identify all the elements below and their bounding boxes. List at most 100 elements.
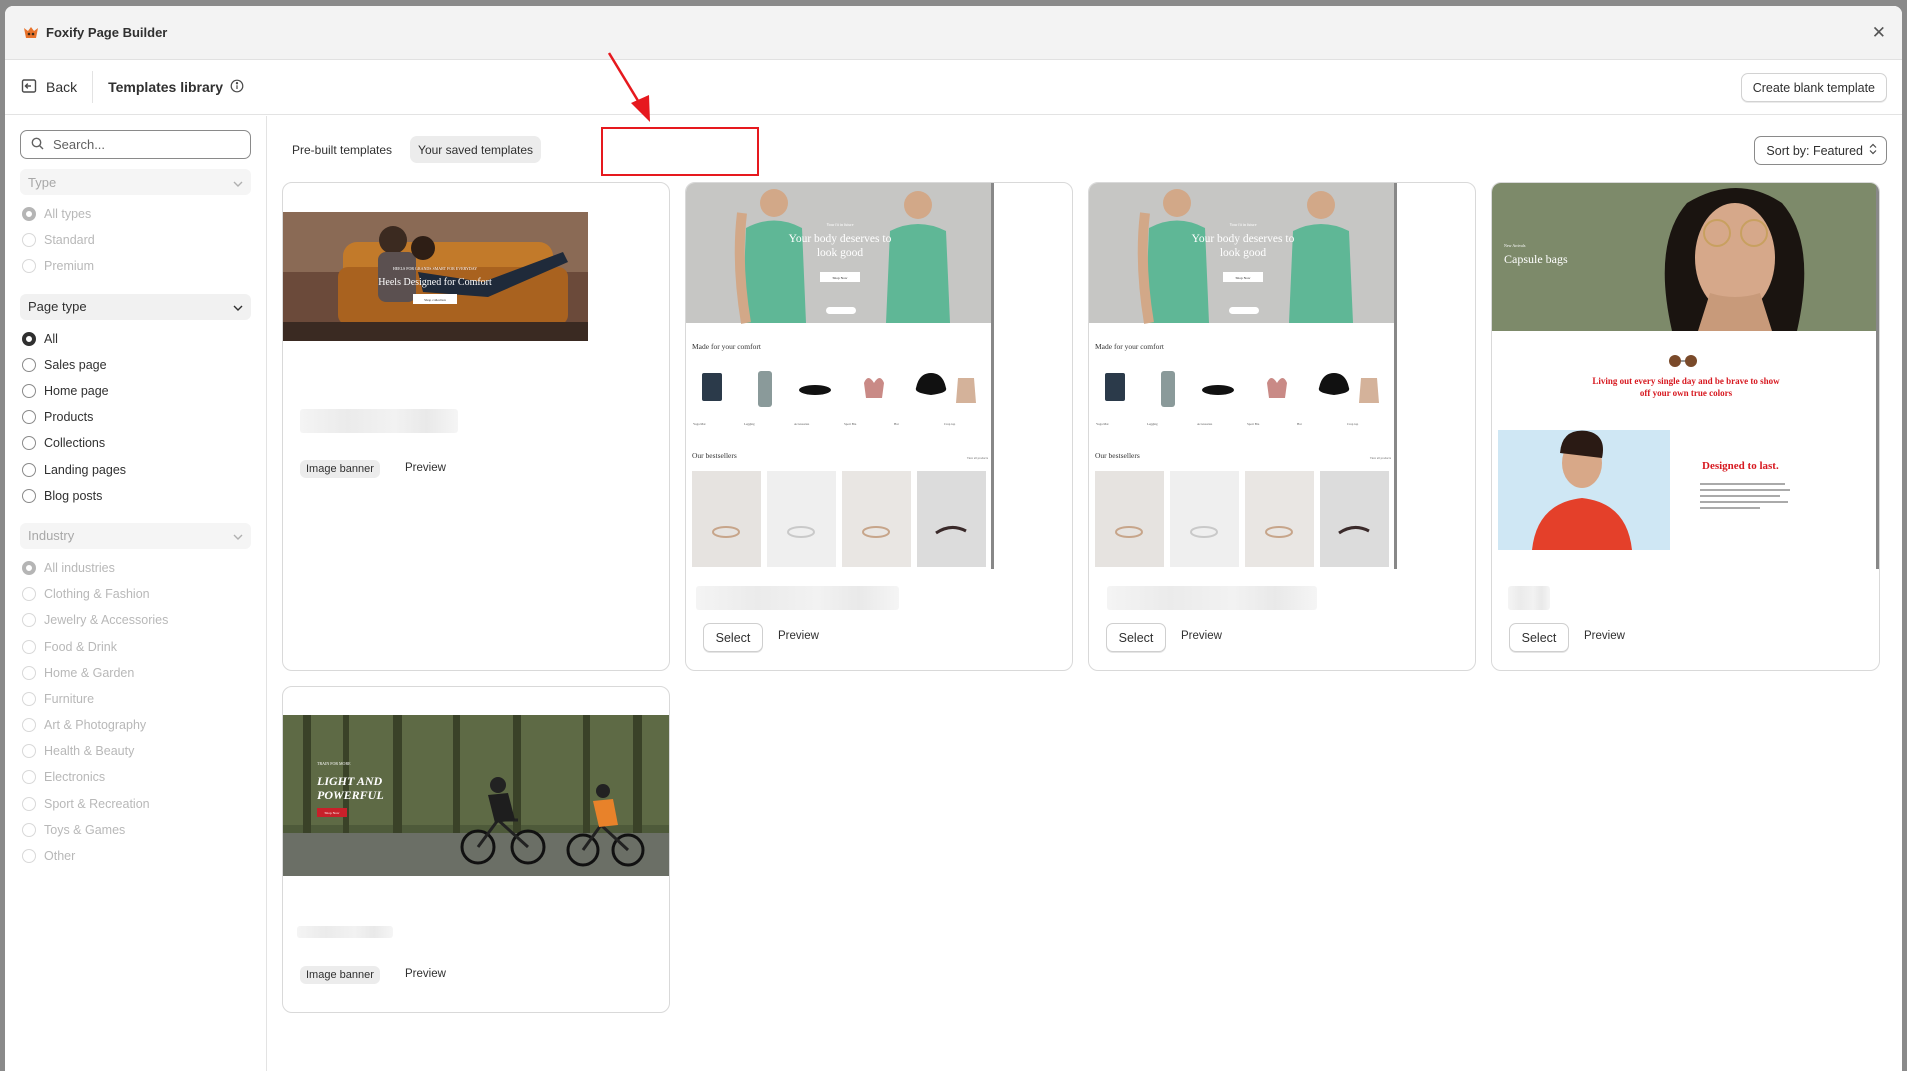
radio [22, 770, 36, 785]
select-button[interactable]: Select [703, 623, 763, 652]
industry-option-sport[interactable]: Sport & Recreation [22, 791, 251, 817]
industry-option-health[interactable]: Health & Beauty [22, 738, 251, 764]
thumb-category: Hat [894, 422, 899, 426]
radio [22, 436, 36, 451]
industry-option-electronics[interactable]: Electronics [22, 764, 251, 790]
preview-link[interactable]: Preview [1584, 630, 1625, 642]
info-icon[interactable] [230, 79, 244, 96]
option-label: Jewelry & Accessories [44, 613, 169, 628]
filter-industry-header[interactable]: Industry [20, 522, 251, 549]
page-type-option-products[interactable]: Products [22, 404, 251, 430]
option-label: Sport & Recreation [44, 796, 150, 811]
thumb-hero-small: Your fit in future [826, 222, 853, 227]
page-type-option-landing[interactable]: Landing pages [22, 457, 251, 483]
option-label: Products [44, 410, 94, 425]
thumb-category: Yoga Mat [1096, 422, 1109, 426]
industry-option-all[interactable]: All industries [22, 555, 251, 581]
template-card[interactable]: TRAIN FOR MORE LIGHT AND POWERFUL Shop N… [282, 686, 670, 1013]
option-label: Furniture [44, 691, 95, 706]
filter-type-header[interactable]: Type [20, 169, 251, 195]
top-toolbar: Back Templates library Create blank temp… [5, 60, 1902, 115]
chevron-down-icon [233, 528, 243, 543]
page-type-option-blog[interactable]: Blog posts [22, 483, 251, 509]
filter-sidebar: Search... Type All types Standard Premiu… [5, 116, 267, 1071]
industry-option-toys[interactable]: Toys & Games [22, 817, 251, 843]
template-thumbnail-heels: HEELS FOR GRANDS SMART FOR EVERYDAY Heel… [283, 212, 588, 341]
thumb-section-title: Made for your comfort [1095, 342, 1165, 351]
industry-option-home-garden[interactable]: Home & Garden [22, 660, 251, 686]
page-title-text: Templates library [108, 79, 224, 95]
select-button[interactable]: Select [1509, 623, 1569, 652]
radio-selected [22, 207, 36, 222]
industry-option-food[interactable]: Food & Drink [22, 633, 251, 659]
industry-option-other[interactable]: Other [22, 843, 251, 869]
template-name-placeholder [297, 926, 393, 938]
radio [22, 849, 36, 864]
option-label: All types [44, 207, 92, 222]
option-label: Health & Beauty [44, 744, 135, 759]
radio [22, 587, 36, 602]
thumb-category: Crop top [944, 422, 956, 426]
thumb-view-all: View all products [967, 456, 989, 460]
create-blank-template-button[interactable]: Create blank template [1740, 73, 1887, 102]
radio [22, 665, 36, 680]
page-type-option-collections[interactable]: Collections [22, 430, 251, 456]
page-type-option-home[interactable]: Home page [22, 378, 251, 404]
search-icon [31, 137, 44, 153]
filter-page-type-header[interactable]: Page type [20, 293, 251, 320]
industry-option-jewelry[interactable]: Jewelry & Accessories [22, 607, 251, 633]
preview-link[interactable]: Preview [405, 968, 446, 980]
option-label: Landing pages [44, 462, 127, 477]
sort-updown-icon [1869, 143, 1877, 158]
template-tag: Image banner [300, 966, 380, 984]
thumb-headline: Heels Designed for Comfort [378, 277, 492, 288]
thumb-hero-small: Your fit in future [1229, 222, 1256, 227]
radio [22, 691, 36, 706]
template-tag: Image banner [300, 460, 380, 478]
template-card[interactable]: New Arrivals Capsule bags Living out eve… [1491, 182, 1880, 671]
thumb-category: Yoga Mat [693, 422, 706, 426]
select-button[interactable]: Select [1106, 623, 1166, 652]
thumb-category: Legging [1147, 422, 1158, 426]
industry-option-clothing[interactable]: Clothing & Fashion [22, 581, 251, 607]
search-input[interactable]: Search... [20, 130, 251, 159]
tab-saved-templates[interactable]: Your saved templates [410, 136, 542, 163]
type-option-all[interactable]: All types [22, 201, 251, 227]
thumb-category: Accessories [794, 422, 810, 426]
sort-select[interactable]: Sort by: Featured [1754, 136, 1887, 165]
filter-type-options: All types Standard Premium [20, 195, 251, 284]
radio [22, 613, 36, 628]
annotation-arrow-icon [607, 52, 650, 122]
template-card[interactable]: Your fit in future Your body deserves to… [685, 182, 1073, 671]
template-card[interactable]: Your fit in future Your body deserves to… [1088, 182, 1476, 671]
page-type-option-all[interactable]: All [22, 326, 251, 352]
thumb-button: Shop collection [424, 298, 446, 302]
type-option-premium[interactable]: Premium [22, 253, 251, 279]
industry-option-furniture[interactable]: Furniture [22, 686, 251, 712]
thumb-bestsellers: Our bestsellers [1095, 451, 1140, 460]
preview-link[interactable]: Preview [1181, 630, 1222, 642]
option-label: Sales page [44, 357, 107, 372]
tab-prebuilt-templates[interactable]: Pre-built templates [284, 136, 400, 163]
option-label: Toys & Games [44, 822, 126, 837]
option-label: All industries [44, 560, 115, 575]
preview-link[interactable]: Preview [778, 630, 819, 642]
template-name-placeholder [696, 586, 899, 610]
foxify-logo-icon [23, 25, 39, 41]
industry-option-art[interactable]: Art & Photography [22, 712, 251, 738]
back-button[interactable]: Back [21, 71, 94, 103]
radio [22, 796, 36, 811]
type-option-standard[interactable]: Standard [22, 227, 251, 253]
template-card[interactable]: HEELS FOR GRANDS SMART FOR EVERYDAY Heel… [282, 182, 670, 671]
preview-link[interactable]: Preview [405, 462, 446, 474]
radio [22, 462, 36, 477]
app-window: Foxify Page Builder ✕ Back Templates lib… [5, 6, 1902, 1071]
page-type-option-sales[interactable]: Sales page [22, 352, 251, 378]
thumb-headline-1: LIGHT AND [316, 774, 383, 788]
close-icon[interactable]: ✕ [1872, 24, 1886, 41]
thumb-section-title: Made for your comfort [692, 342, 762, 351]
option-label: Art & Photography [44, 718, 147, 733]
title-bar: Foxify Page Builder ✕ [5, 6, 1902, 60]
radio [22, 410, 36, 425]
option-label: Collections [44, 436, 106, 451]
